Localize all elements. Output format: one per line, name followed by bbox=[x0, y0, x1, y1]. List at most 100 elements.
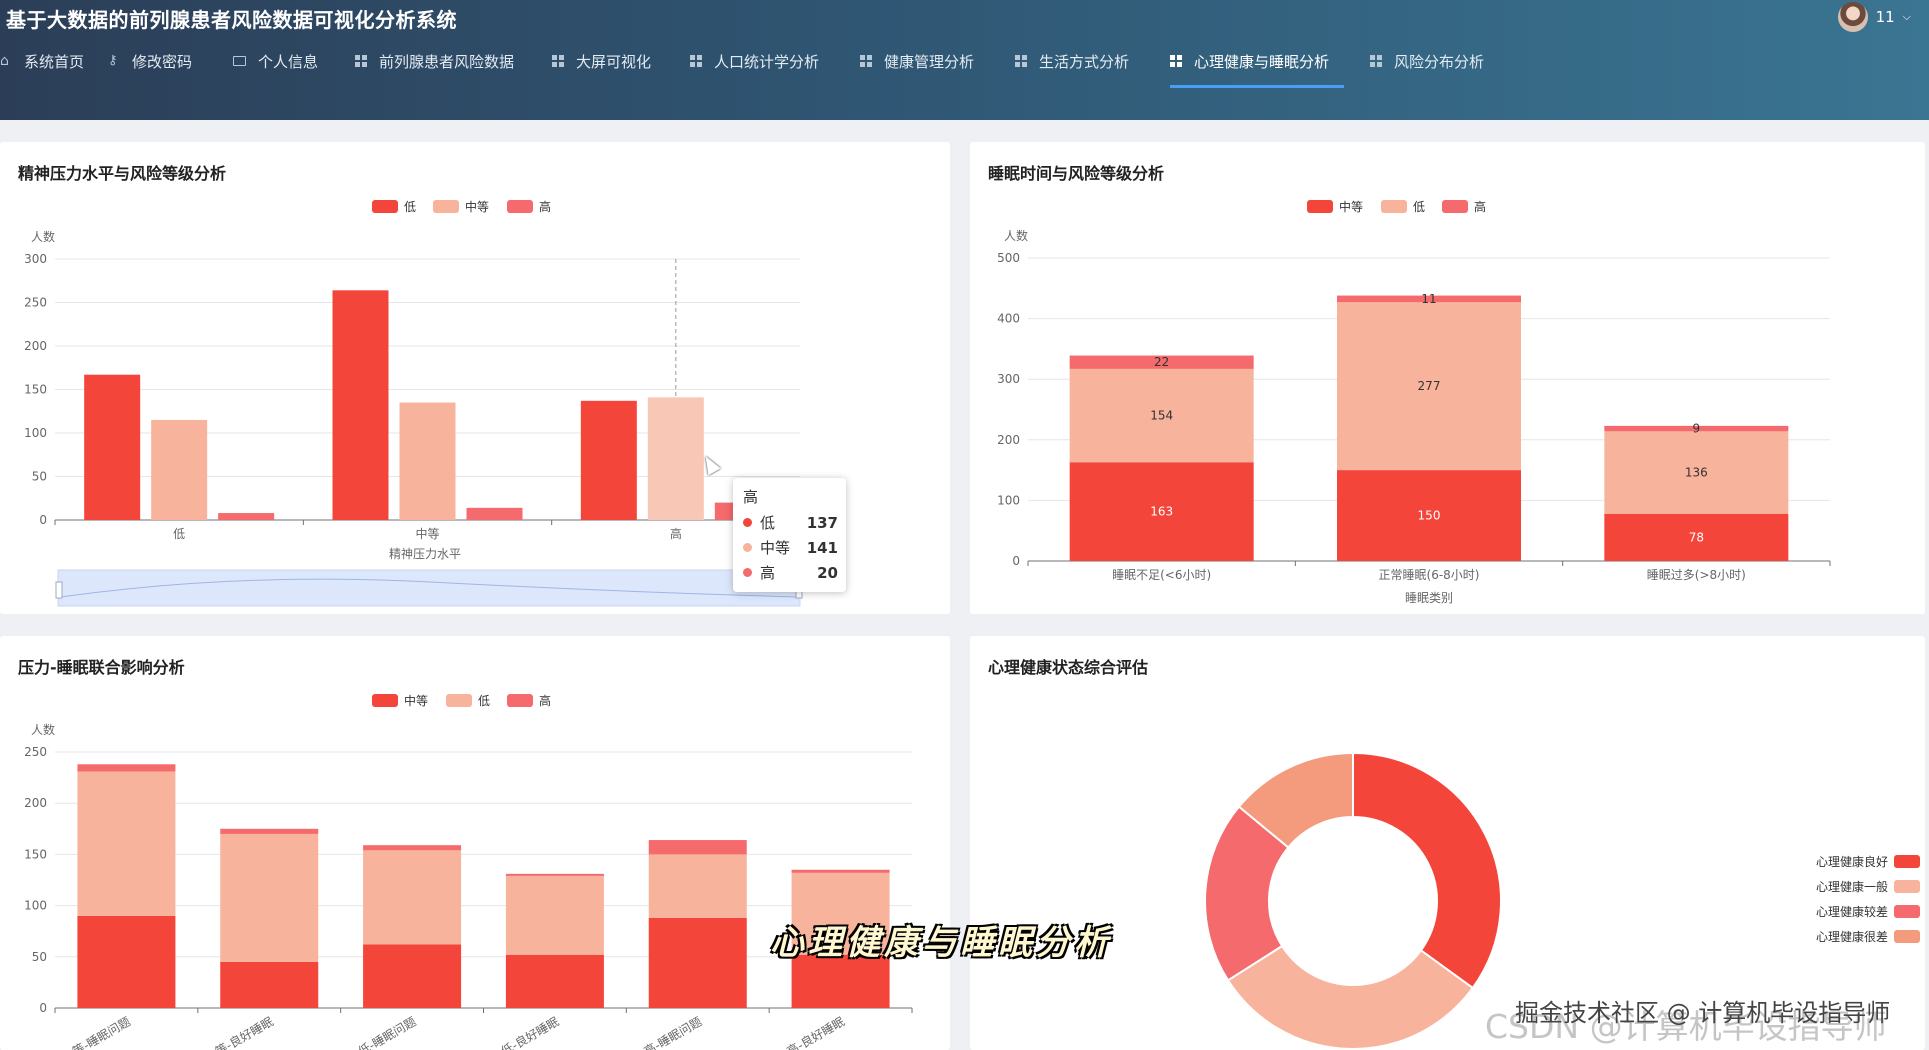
nav-item-5[interactable]: 大屏可视化 bbox=[552, 40, 666, 82]
data-label: 277 bbox=[1418, 379, 1441, 393]
legend-swatch bbox=[1894, 930, 1920, 943]
y-tick-label: 400 bbox=[997, 312, 1020, 326]
user-menu[interactable]: 11 ⌵ bbox=[1837, 2, 1911, 32]
datazoom-handle-left bbox=[55, 581, 63, 599]
bar-segment bbox=[220, 833, 319, 962]
nav-label: 心理健康与睡眠分析 bbox=[1194, 52, 1330, 71]
avatar[interactable] bbox=[1837, 2, 1868, 32]
bar bbox=[466, 507, 523, 520]
bar-segment bbox=[648, 840, 747, 855]
legend-label: 高 bbox=[1474, 199, 1486, 214]
y-tick-label: 150 bbox=[24, 847, 47, 861]
nav-item-9[interactable]: 心理健康与睡眠分析 bbox=[1170, 40, 1345, 88]
nav-item-1[interactable]: ⌂ 系统首页 bbox=[0, 40, 99, 82]
bar bbox=[399, 402, 456, 520]
y-tick-label: 200 bbox=[24, 339, 47, 353]
y-tick-label: 250 bbox=[24, 745, 47, 759]
y-axis-label: 人数 bbox=[1004, 228, 1028, 243]
bar-segment bbox=[505, 873, 604, 876]
series-dot bbox=[743, 568, 752, 577]
nav-label: 风险分布分析 bbox=[1394, 52, 1485, 71]
series-dot bbox=[743, 518, 752, 527]
legend-swatch bbox=[1381, 200, 1407, 213]
datazoom-slider bbox=[57, 569, 801, 607]
bar-segment bbox=[505, 954, 604, 1008]
nav-item-8[interactable]: 生活方式分析 bbox=[1015, 40, 1144, 82]
header-bar: 基于大数据的前列腺患者风险数据可视化分析系统 11 ⌵ ⌂ 系统首页 ⚷ 修改密码 个人… bbox=[0, 0, 1929, 120]
grid-icon bbox=[1170, 55, 1182, 67]
data-label: 154 bbox=[1150, 409, 1173, 423]
bar-segment bbox=[77, 764, 176, 772]
pie-slice bbox=[1226, 944, 1475, 1050]
data-label: 136 bbox=[1685, 466, 1708, 480]
y-tick-label: 0 bbox=[39, 1001, 47, 1015]
nav-label: 前列腺患者风险数据 bbox=[379, 52, 515, 71]
tooltip-row: 中等 141 bbox=[743, 537, 838, 558]
data-label: 163 bbox=[1150, 505, 1173, 519]
nav-item-6[interactable]: 人口统计学分析 bbox=[690, 40, 834, 82]
lock-icon: ⚷ bbox=[108, 53, 118, 68]
bar-segment bbox=[648, 854, 747, 918]
legend-swatch bbox=[433, 200, 459, 213]
nav-item-7[interactable]: 健康管理分析 bbox=[860, 40, 989, 82]
y-tick-label: 200 bbox=[997, 433, 1020, 447]
panel-stress-sleep: 压力-睡眠联合影响分析 中等低高 0 50 100 150 200 250 人数 中等-睡眠问题… bbox=[0, 636, 950, 1050]
bar-segment bbox=[77, 915, 176, 1008]
y-tick-label: 0 bbox=[1012, 554, 1020, 568]
data-label: 150 bbox=[1418, 509, 1441, 523]
legend-label: 心理健康一般 bbox=[1816, 879, 1888, 894]
y-axis-label: 人数 bbox=[31, 229, 55, 244]
nav-label: 健康管理分析 bbox=[884, 52, 975, 71]
grid-icon bbox=[1370, 55, 1382, 67]
bar-segment bbox=[363, 845, 462, 851]
legend-label: 中等 bbox=[1339, 199, 1363, 214]
nav-item-2[interactable]: ⚷ 修改密码 bbox=[108, 40, 207, 82]
y-tick-label: 50 bbox=[32, 470, 47, 484]
bar bbox=[151, 419, 208, 520]
user-name[interactable]: 11 bbox=[1876, 8, 1895, 26]
x-tick-label: 高-良好睡眠 bbox=[784, 1014, 847, 1050]
y-tick-label: 500 bbox=[997, 251, 1020, 265]
x-tick-label: 睡眠不足(<6小时) bbox=[1112, 568, 1211, 582]
y-tick-label: 150 bbox=[24, 383, 47, 397]
legend-label: 心理健康良好 bbox=[1816, 854, 1888, 869]
data-label: 11 bbox=[1421, 292, 1436, 306]
y-tick-label: 200 bbox=[24, 796, 47, 810]
legend-swatch bbox=[372, 200, 398, 213]
legend-label: 心理健康较差 bbox=[1816, 904, 1888, 919]
bar-segment bbox=[220, 828, 319, 834]
legend-swatch bbox=[1894, 855, 1920, 868]
legend-label: 低 bbox=[478, 694, 490, 708]
grid-icon bbox=[690, 55, 702, 67]
legend-label: 心理健康很差 bbox=[1816, 929, 1888, 944]
grid-icon bbox=[860, 55, 872, 67]
legend-swatch bbox=[1307, 200, 1333, 213]
x-tick-label: 中等-良好睡眠 bbox=[202, 1014, 276, 1050]
legend-label: 低 bbox=[1413, 200, 1425, 214]
x-axis-label: 精神压力水平 bbox=[389, 547, 461, 561]
nav-label: 大屏可视化 bbox=[576, 52, 652, 71]
panel-mental-health: 心理健康状态综合评估 心理健康良好 心理健康一般 心理健康较差 心理健康很差 bbox=[970, 636, 1925, 1050]
legend-swatch bbox=[507, 694, 533, 707]
tooltip-value: 137 bbox=[806, 513, 838, 532]
x-tick-label: 睡眠过多(>8小时) bbox=[1647, 568, 1746, 582]
data-label: 78 bbox=[1689, 530, 1704, 544]
tooltip-series-name: 中等 bbox=[760, 539, 791, 557]
nav-item-3[interactable]: 个人信息 bbox=[233, 40, 333, 82]
chart-mental-health: 心理健康良好心理健康一般心理健康较差心理健康很差 bbox=[1204, 751, 1920, 1050]
series-dot bbox=[743, 543, 752, 552]
bar-segment bbox=[648, 917, 747, 1008]
x-tick-label: 高 bbox=[670, 526, 682, 541]
data-label: 22 bbox=[1154, 355, 1169, 369]
home-icon: ⌂ bbox=[0, 53, 9, 69]
chevron-down-icon[interactable]: ⌵ bbox=[1903, 10, 1911, 24]
nav-item-10[interactable]: 风险分布分析 bbox=[1370, 40, 1499, 82]
legend-swatch bbox=[446, 694, 472, 707]
bar-segment bbox=[791, 869, 890, 873]
nav-label: 生活方式分析 bbox=[1039, 52, 1130, 71]
tooltip-series-name: 低 bbox=[760, 514, 776, 532]
y-tick-label: 300 bbox=[24, 252, 47, 266]
tooltip-value: 20 bbox=[817, 563, 838, 582]
nav-item-4[interactable]: 前列腺患者风险数据 bbox=[355, 40, 529, 82]
x-tick-label: 高-睡眠问题 bbox=[641, 1014, 704, 1050]
